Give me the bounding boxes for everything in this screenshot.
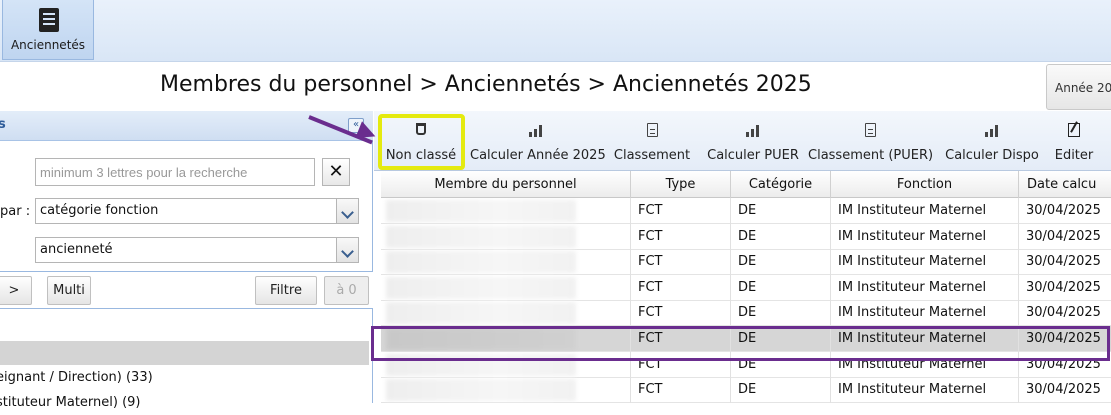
classement-button[interactable]: Classement (613, 111, 691, 171)
count-button[interactable]: à 0 (324, 276, 369, 305)
redacted-name (386, 276, 576, 299)
chevron-down-icon[interactable] (336, 238, 358, 262)
cell-date: 30/04/2025 (1019, 224, 1111, 250)
classement-puer-button[interactable]: Classement (PUER) (808, 111, 934, 171)
highlight-box-purple (371, 326, 1110, 361)
cell-fonction: IM Instituteur Maternel (831, 300, 1019, 327)
anciennetes-button[interactable]: Anciennetés (2, 0, 94, 60)
bars-icon (985, 123, 999, 137)
cell-fonction: IM Instituteur Maternel (831, 377, 1019, 403)
calculer-annee-label: Calculer Année 2025 (470, 148, 606, 163)
highlight-box-yellow (378, 114, 465, 170)
page-title: Membres du personnel > Anciennetés > Anc… (160, 72, 812, 97)
list-icon (39, 8, 59, 32)
search-input[interactable] (35, 158, 315, 186)
tree-item[interactable]: ) (0, 341, 369, 365)
cell-fonction: IM Instituteur Maternel (831, 223, 1019, 250)
cell-type: FCT (631, 198, 731, 224)
cell-date: 30/04/2025 (1019, 198, 1111, 224)
cell-membre (381, 198, 631, 224)
sort-select[interactable]: ancienneté (35, 237, 359, 263)
group-select-value: catégorie fonction (40, 203, 159, 218)
top-ribbon: Anciennetés (0, 0, 1111, 62)
calculer-dispo-button[interactable]: Calculer Dispo (944, 111, 1040, 171)
filtre-button[interactable]: Filtre (255, 276, 317, 305)
cell-membre (381, 377, 631, 403)
calculer-annee-button[interactable]: Calculer Année 2025 (470, 111, 606, 171)
anciennetes-label: Anciennetés (10, 38, 86, 52)
cell-membre (381, 249, 631, 276)
cell-categorie: DE (731, 249, 831, 276)
redacted-name (386, 225, 576, 248)
cell-membre (381, 223, 631, 250)
table-row[interactable]: FCT DE IM Instituteur Maternel 30/04/2025 (381, 249, 1111, 276)
cell-date: 30/04/2025 (1019, 249, 1111, 275)
group-by-label: par : (0, 204, 31, 219)
sort-select-value: ancienneté (40, 242, 113, 257)
cell-type: FCT (631, 274, 731, 301)
document-icon (647, 123, 658, 137)
cell-categorie: DE (731, 198, 831, 224)
cell-fonction: IM Instituteur Maternel (831, 249, 1019, 276)
table-row[interactable]: FCT DE IM Instituteur Maternel 30/04/2025 (381, 198, 1111, 224)
cell-membre (381, 274, 631, 301)
cell-membre (381, 300, 631, 327)
classement-label: Classement (613, 148, 691, 163)
table-row[interactable]: FCT DE IM Instituteur Maternel 30/04/2025 (381, 274, 1111, 301)
cell-categorie: DE (731, 223, 831, 250)
cell-type: FCT (631, 223, 731, 250)
grid-header: Membre du personnel Type Catégorie Fonct… (381, 171, 1111, 198)
clear-search-button[interactable]: ✕ (322, 158, 350, 186)
redacted-name (386, 302, 576, 325)
cell-categorie: DE (731, 300, 831, 327)
cell-fonction: IM Instituteur Maternel (831, 198, 1019, 224)
editer-label: Editer (1054, 148, 1094, 163)
left-panel-title: s (0, 117, 6, 132)
column-header-type[interactable]: Type (631, 171, 731, 198)
personnel-grid: Membre du personnel Type Catégorie Fonct… (381, 171, 1111, 403)
tree-item-label: eignant / Direction) (33) (0, 370, 153, 385)
cell-categorie: DE (731, 274, 831, 301)
bars-icon (746, 123, 760, 137)
table-row[interactable]: FCT DE IM Instituteur Maternel 30/04/2025 (381, 223, 1111, 250)
cell-type: FCT (631, 300, 731, 327)
group-select[interactable]: catégorie fonction (35, 198, 359, 224)
left-panel-header: s « (0, 111, 373, 141)
tree-item[interactable]: eignant / Direction) (33) (0, 366, 369, 390)
redacted-name (386, 379, 576, 402)
cell-categorie: DE (731, 377, 831, 403)
calculer-puer-button[interactable]: Calculer PUER (702, 111, 804, 171)
chevron-down-icon[interactable] (336, 199, 358, 223)
cell-date: 30/04/2025 (1019, 275, 1111, 301)
multi-button[interactable]: Multi (47, 276, 91, 305)
tree-item[interactable]: stituteur Maternel) (9) (0, 391, 369, 415)
cell-date: 30/04/2025 (1019, 300, 1111, 326)
edit-icon (1068, 123, 1080, 137)
cell-type: FCT (631, 377, 731, 403)
cell-fonction: IM Instituteur Maternel (831, 274, 1019, 301)
cell-type: FCT (631, 249, 731, 276)
document-icon (865, 123, 876, 137)
cell-date: 30/04/2025 (1019, 377, 1111, 403)
editer-button[interactable]: Editer (1050, 111, 1098, 171)
calculer-dispo-label: Calculer Dispo (945, 148, 1039, 163)
column-header-membre[interactable]: Membre du personnel (381, 171, 631, 198)
column-header-date[interactable]: Date calcu (1019, 171, 1111, 198)
bars-icon (529, 123, 543, 137)
column-header-fonction[interactable]: Fonction (831, 171, 1019, 198)
next-button[interactable]: > (0, 276, 32, 305)
redacted-name (386, 251, 576, 274)
classement-puer-label: Classement (PUER) (808, 148, 934, 163)
close-icon: ✕ (328, 161, 344, 182)
left-panel: s « ✕ par : catégorie fonction anciennet… (0, 111, 373, 410)
grid-toolbar: Non classé Calculer Année 2025 Classemen… (374, 111, 1111, 171)
redacted-name (386, 200, 576, 222)
column-header-categorie[interactable]: Catégorie (731, 171, 831, 198)
tree-item-label: ) (0, 345, 1, 360)
calculer-puer-label: Calculer PUER (707, 148, 799, 163)
table-row[interactable]: FCT DE IM Instituteur Maternel 30/04/2025 (381, 377, 1111, 403)
table-row[interactable]: FCT DE IM Instituteur Maternel 30/04/2025 (381, 300, 1111, 327)
year-button[interactable]: Année 20 (1046, 64, 1111, 110)
